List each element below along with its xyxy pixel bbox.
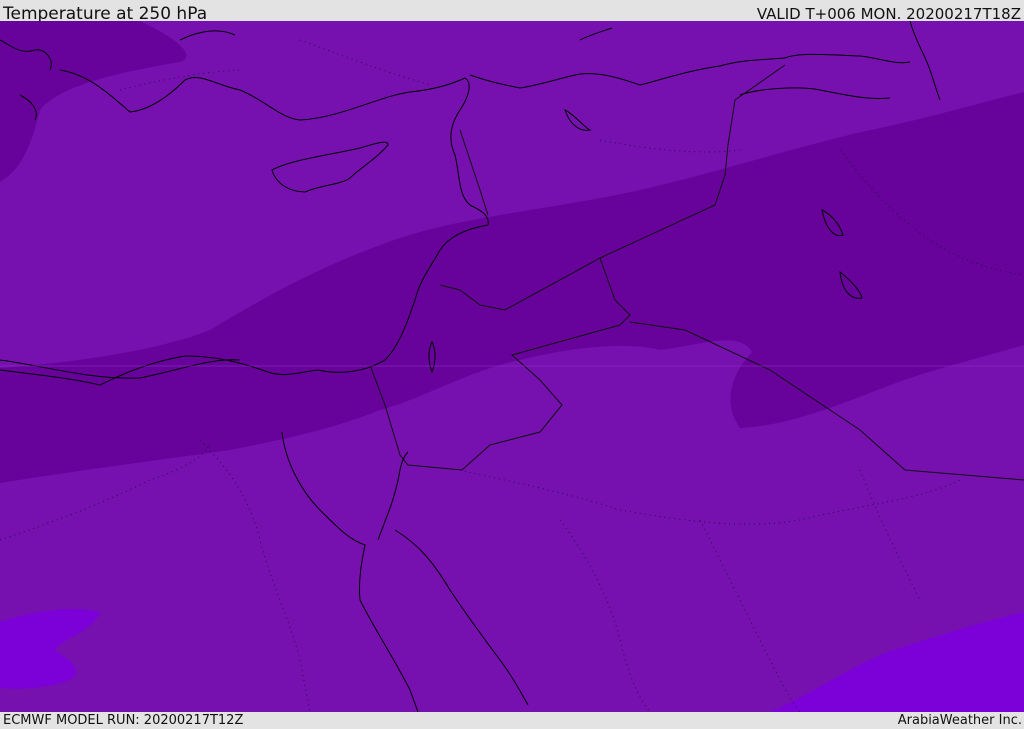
model-run-label: ECMWF MODEL RUN: 20200217T12Z [3,713,244,728]
temperature-map [0,21,1024,712]
credit-label: ArabiaWeather Inc. [897,713,1022,728]
